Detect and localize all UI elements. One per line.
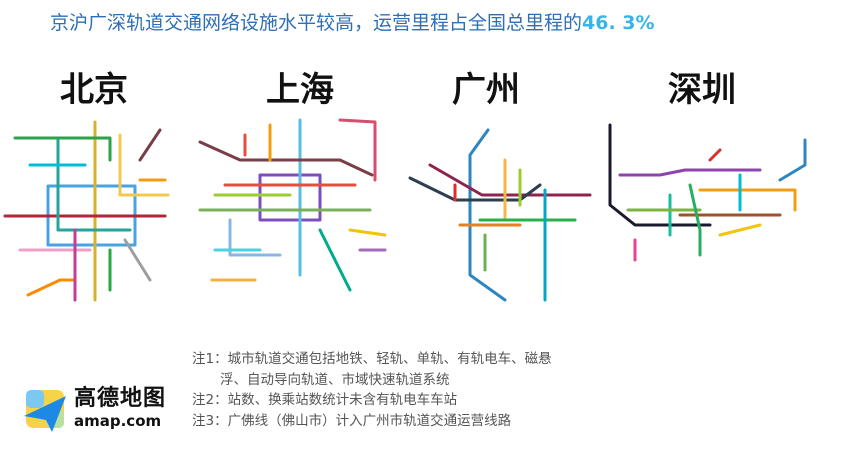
shenzhen-metro-map [608,123,807,262]
shanghai-metro-map [198,118,387,292]
footnote-1-continued: 浮、自动导向轨道、市域快速轨道系统 [220,371,450,388]
footnote-1: 注1：城市轨道交通包括地铁、轻轨、单轨、有轨电车、磁悬 [192,351,552,367]
amap-wordmark: 高德地图 amap.com [74,386,166,430]
footnote-3: 注3：广佛线（佛山市）计入广州市轨道交通运营线路 [192,412,512,429]
amap-name-en: amap.com [74,412,162,430]
beijing-metro-map [3,120,170,302]
amap-map-icon [24,390,66,432]
footnotes: 注1：城市轨道交通包括地铁、轻轨、单轨、有轨电车、磁悬 浮、自动导向轨道、市域快… [192,349,552,431]
headline-text: 京沪广深轨道交通网络设施水平较高，运营里程占全国总里程的 [50,12,583,34]
headline-percentage: 46. 3% [582,12,655,34]
guangzhou-metro-map [408,128,592,302]
amap-logo: 高德地图 amap.com [22,386,202,441]
amap-name-cn: 高德地图 [74,386,167,411]
headline: 京沪广深轨道交通网络设施水平较高，运营里程占全国总里程的46. 3% [50,8,655,35]
metro-maps [3,118,807,302]
footnote-2: 注2：站数、换乘站数统计未含有轨电车车站 [192,392,458,408]
